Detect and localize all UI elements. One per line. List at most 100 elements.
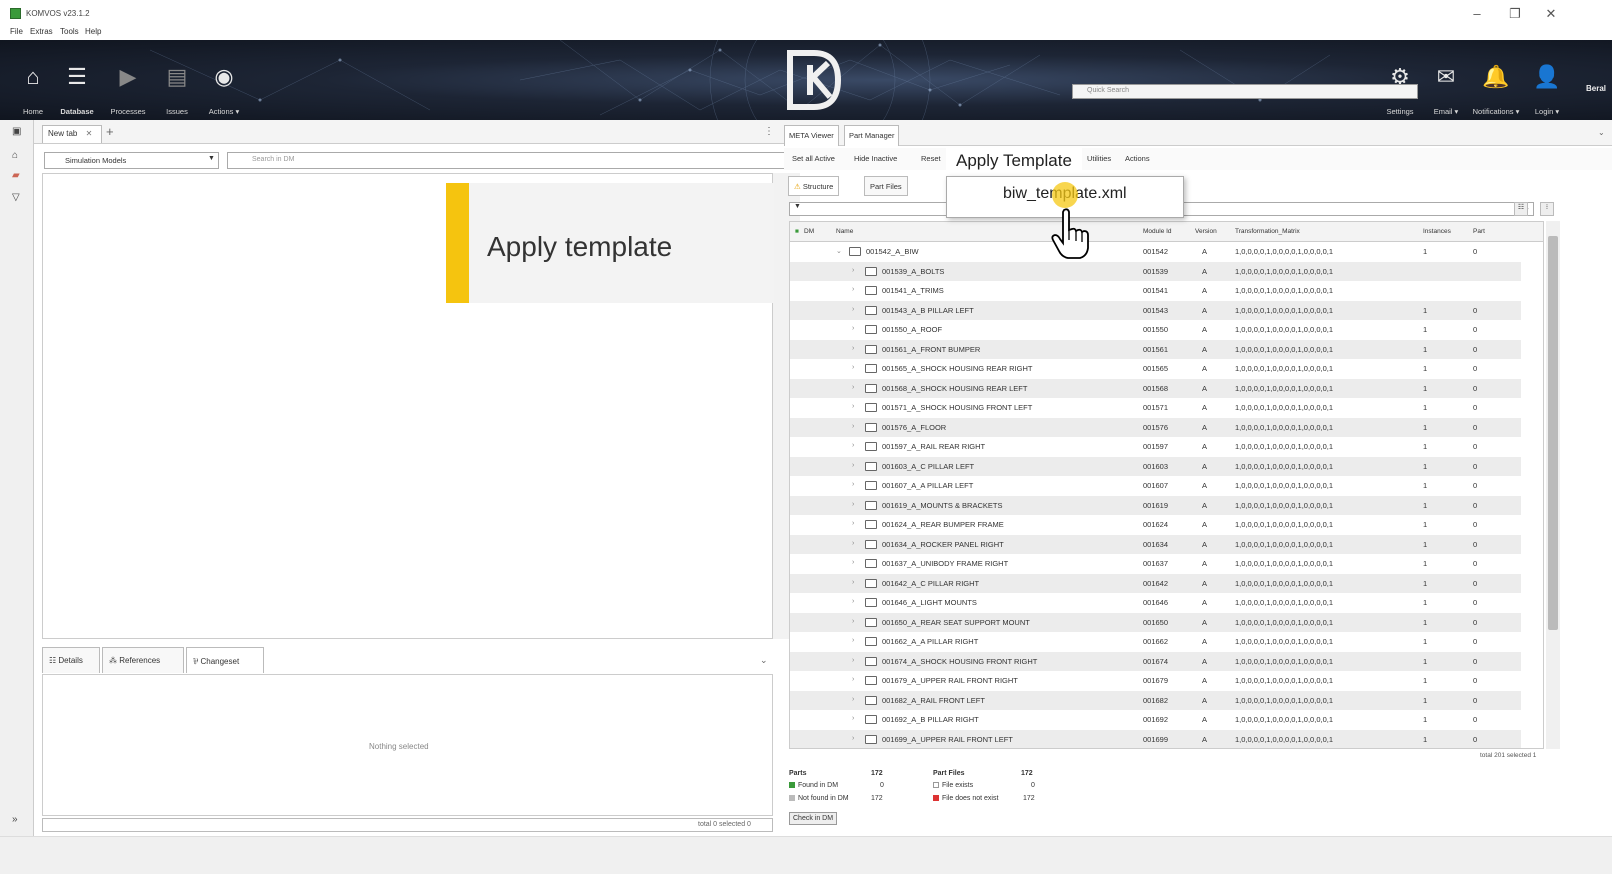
search-in-dm-input[interactable]: Search in DM [227,152,798,169]
chevron-right-icon[interactable]: › [852,676,854,683]
table-row[interactable]: › 001624_A_REAR BUMPER FRAME 001624 A 1,0,0,… [790,515,1521,535]
hide-inactive-button[interactable]: Hide Inactive [854,154,897,163]
table-row[interactable]: › 001561_A_FRONT BUMPER 001561 A 1,0,0,0,0,1… [790,339,1521,359]
chevron-right-icon[interactable]: › [852,598,854,605]
table-row[interactable]: › 001565_A_SHOCK HOUSING REAR RIGHT 001565… [790,359,1521,379]
check-in-dm-button[interactable]: Check in DM [789,812,838,825]
column-header-name[interactable]: Name [836,228,853,235]
chevron-right-icon[interactable]: › [852,657,854,664]
column-header-part[interactable]: Part [1473,228,1485,235]
table-row[interactable]: › 001699_A_UPPER RAIL FRONT LEFT 001699 A 1,… [790,729,1521,748]
chevron-down-icon[interactable]: ⌄ [1598,128,1605,137]
folder-icon[interactable]: ▰ [12,170,20,181]
toolbar-database[interactable]: ☰ Database [52,40,102,120]
chevron-right-icon[interactable]: › [852,384,854,391]
chevron-right-icon[interactable]: › [852,735,854,742]
chevron-right-icon[interactable]: › [852,423,854,430]
table-row[interactable]: › 001650_A_REAR SEAT SUPPORT MOUNT 001650 A… [790,612,1521,632]
actions-button[interactable]: Actions [1125,154,1150,163]
chevron-right-icon[interactable]: › [852,540,854,547]
reset-button[interactable]: Reset [921,154,941,163]
table-row[interactable]: › 001541_A_TRIMS 001541 A 1,0,0,0,0,1,0,0,0,… [790,281,1521,301]
chevron-down-icon[interactable]: ⌄ [836,247,842,255]
toolbar-login[interactable]: 👤 Login ▾ [1530,40,1564,120]
table-row[interactable]: › 001568_A_SHOCK HOUSING REAR LEFT 001568 A… [790,378,1521,398]
chevron-right-icon[interactable]: › [852,306,854,313]
chevron-right-icon[interactable]: › [852,637,854,644]
bank-icon[interactable]: ⌂ [12,150,18,161]
table-row[interactable]: › 001576_A_FLOOR 001576 A 1,0,0,0,0,1,0,0,0,… [790,417,1521,437]
column-header-version[interactable]: Version [1195,228,1217,235]
chevron-right-icon[interactable]: › [852,481,854,488]
menu-extras[interactable]: Extras [30,27,53,36]
tab-meta-viewer[interactable]: META Viewer [784,125,839,146]
tree-options-button[interactable]: ⁝ [1540,202,1554,216]
chevron-right-icon[interactable]: › [852,345,854,352]
model-type-dropdown[interactable]: Simulation Models [44,152,219,169]
utilities-button[interactable]: Utilities [1087,154,1111,163]
table-row[interactable]: ⌄ 001542_A_BIW 001542 A 1,0,0,0,0,1,0,0,0,0,… [790,242,1521,262]
chevron-right-icon[interactable]: › [852,442,854,449]
table-row[interactable]: › 001674_A_SHOCK HOUSING FRONT RIGHT 00167… [790,651,1521,671]
chevron-right-icon[interactable]: › [852,267,854,274]
chevron-right-icon[interactable]: › [852,325,854,332]
table-row[interactable]: › 001607_A_A PILLAR LEFT 001607 A 1,0,0,0,0,… [790,476,1521,496]
tab-part-manager[interactable]: Part Manager [844,125,900,146]
close-button[interactable]: ✕ [1541,6,1561,22]
scrollbar-thumb[interactable] [1548,236,1558,630]
window-icon[interactable]: ▣ [12,126,21,137]
tab-references[interactable]: ⁂ References [102,647,184,673]
toolbar-email[interactable]: ✉ Email ▾ [1428,40,1464,120]
add-tab-button[interactable]: + [106,124,114,139]
maximize-button[interactable]: ❐ [1505,6,1525,22]
column-header-instances[interactable]: Instances [1423,228,1451,235]
columns-button[interactable]: ☷ [1514,202,1528,216]
table-row[interactable]: › 001543_A_B PILLAR LEFT 001543 A 1,0,0,0,0,… [790,300,1521,320]
table-row[interactable]: › 001619_A_MOUNTS & BRACKETS 001619 A 1,0,0,… [790,495,1521,515]
menu-file[interactable]: File [10,27,23,36]
table-row[interactable]: › 001679_A_UPPER RAIL FRONT RIGHT 001679 A 1… [790,671,1521,691]
toolbar-actions[interactable]: ◉ Actions ▾ [202,40,246,120]
toolbar-processes[interactable]: ▶ Processes [106,40,150,120]
chevron-right-icon[interactable]: › [852,618,854,625]
table-row[interactable]: › 001597_A_RAIL REAR RIGHT 001597 A 1,0,0,0,… [790,437,1521,457]
column-header-dm[interactable]: DM [804,228,814,235]
filter-icon[interactable]: ▽ [12,192,20,203]
quick-search-input[interactable]: Quick Search [1072,84,1418,99]
close-tab-icon[interactable]: ✕ [86,129,93,138]
chevron-down-icon[interactable]: ▼ [208,155,215,162]
menu-tools[interactable]: Tools [60,27,79,36]
chevron-right-icon[interactable]: › [852,501,854,508]
minimize-button[interactable]: – [1467,6,1487,21]
chevron-right-icon[interactable]: › [852,715,854,722]
table-row[interactable]: › 001646_A_LIGHT MOUNTS 001646 A 1,0,0,0,0,1… [790,593,1521,613]
chevron-right-icon[interactable]: › [852,403,854,410]
apply-template-menu-item[interactable]: Apply Template [946,147,1082,176]
table-row[interactable]: › 001692_A_B PILLAR RIGHT 001692 A 1,0,0,0,0… [790,710,1521,730]
table-row[interactable]: › 001539_A_BOLTS 001539 A 1,0,0,0,0,1,0,0,0,… [790,261,1521,281]
toolbar-issues[interactable]: ▤ Issues [160,40,194,120]
tab-details[interactable]: ☷ Details [42,647,100,673]
chevron-right-icon[interactable]: › [852,579,854,586]
table-row[interactable]: › 001634_A_ROCKER PANEL RIGHT 001634 A 1,0,0… [790,534,1521,554]
column-header-transformation-matrix[interactable]: Transformation_Matrix [1235,228,1300,235]
table-row[interactable]: › 001571_A_SHOCK HOUSING FRONT LEFT 001571… [790,398,1521,418]
column-header-module-id[interactable]: Module Id [1143,228,1172,235]
table-row[interactable]: › 001603_A_C PILLAR LEFT 001603 A 1,0,0,0,0,… [790,456,1521,476]
tab-structure[interactable]: ⚠ Structure [788,176,840,196]
table-row[interactable]: › 001662_A_A PILLAR RIGHT 001662 A 1,0,0,0,0… [790,632,1521,652]
table-row[interactable]: › 001637_A_UNIBODY FRAME RIGHT 001637 A 1,0,… [790,554,1521,574]
toolbar-settings[interactable]: ⚙ Settings [1380,40,1420,120]
chevron-right-icon[interactable]: › [852,696,854,703]
tab-new-tab[interactable]: New tab ✕ [42,125,102,143]
toolbar-home[interactable]: ⌂ Home [18,40,48,120]
more-options-icon[interactable]: ⋮ [764,126,774,137]
chevron-right-icon[interactable]: › [852,286,854,293]
table-row[interactable]: › 001682_A_RAIL FRONT LEFT 001682 A 1,0,0,0,… [790,690,1521,710]
chevron-right-icon[interactable]: › [852,520,854,527]
chevron-right-icon[interactable]: › [852,462,854,469]
tab-changeset[interactable]: ⅌ Changeset [186,647,264,673]
chevron-right-icon[interactable]: › [852,559,854,566]
toolbar-notifications[interactable]: 🔔 Notifications ▾ [1468,40,1524,120]
tab-part-files[interactable]: Part Files [864,176,908,196]
